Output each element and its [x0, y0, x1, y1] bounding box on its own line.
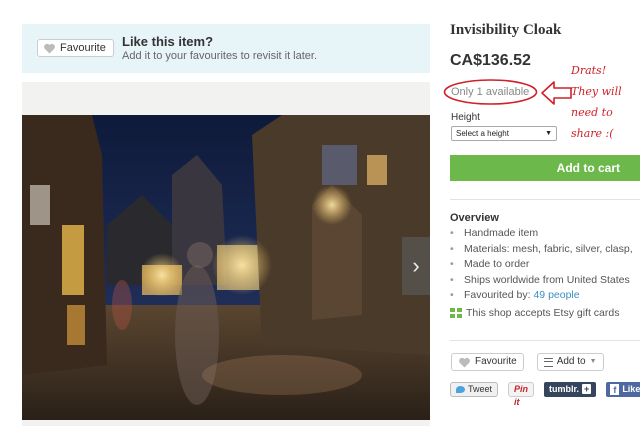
divider [450, 199, 640, 200]
annotation-note: Drats! They will need to share :( [571, 60, 622, 144]
list-item: • Handmade item [450, 227, 539, 239]
caret-down-icon: ▼ [545, 130, 552, 137]
favourite-button-label: Favourite [60, 42, 106, 54]
banner-title: Like this item? [122, 34, 214, 49]
list-item: • Favourited by: 49 people [450, 289, 580, 301]
favourite-button[interactable]: Favourite [37, 39, 114, 57]
plus-icon: + [582, 384, 592, 394]
favourite-item-label: Favourite [475, 356, 517, 367]
twitter-bird-icon [456, 386, 465, 393]
annotation-line: need to [571, 106, 613, 119]
list-item: • Materials: mesh, fabric, silver, clasp, [450, 242, 633, 255]
height-select-value: Select a height [456, 129, 509, 138]
heart-icon [459, 357, 470, 367]
chevron-right-icon: › [412, 253, 420, 278]
tweet-button[interactable]: Tweet [450, 382, 499, 397]
gift-card-notice: This shop accepts Etsy gift cards [450, 307, 619, 319]
annotation-arrow [541, 81, 572, 105]
action-buttons: Favourite Add to ▼ [451, 353, 604, 371]
favourited-by-link[interactable]: 49 people [533, 289, 579, 301]
annotation-line: Drats! [571, 64, 607, 77]
facebook-icon: f [610, 384, 620, 395]
add-to-label: Add to [556, 356, 586, 367]
like-label: Like [622, 384, 640, 394]
listing-image-frame: › [22, 82, 430, 426]
next-image-button[interactable]: › [402, 237, 430, 295]
heart-icon [44, 43, 55, 53]
caret-down-icon: ▼ [589, 358, 597, 365]
facebook-like-button[interactable]: f Like [606, 382, 640, 397]
favourite-item-button[interactable]: Favourite [451, 353, 524, 371]
social-buttons: Tweet Pin it tumblr. + f Like [450, 382, 640, 407]
annotation-line: share :( [571, 127, 614, 140]
listing-price: CA$136.52 [450, 52, 531, 69]
list-icon [543, 357, 553, 367]
list-item: • Ships worldwide from United States [450, 273, 630, 286]
annotation-line: They will [571, 85, 622, 98]
overview-list: • Handmade item • Materials: mesh, fabric,… [450, 227, 633, 305]
gift-card-text: This shop accepts Etsy gift cards [466, 307, 620, 319]
tweet-label: Tweet [468, 384, 493, 394]
listing-title: Invisibility Cloak [450, 22, 562, 38]
divider [450, 340, 640, 341]
banner-subtitle: Add it to your favourites to revisit it … [122, 50, 318, 62]
tumblr-button[interactable]: tumblr. + [544, 382, 597, 397]
tumblr-label: tumblr. [549, 384, 580, 394]
gift-card-icon [450, 308, 462, 318]
overview-heading: Overview [450, 212, 499, 224]
availability-text: Only 1 available [451, 86, 530, 98]
listing-photo[interactable] [22, 115, 430, 420]
add-to-button[interactable]: Add to ▼ [536, 353, 604, 371]
pin-it-button[interactable]: Pin it [508, 382, 535, 407]
favourite-banner: Favourite Like this item? Add it to your… [22, 24, 430, 73]
list-item: • Made to order [450, 258, 530, 270]
height-select[interactable]: Select a height ▼ [451, 126, 557, 141]
add-to-cart-button[interactable]: Add to cart [450, 155, 640, 181]
height-label: Height [451, 112, 480, 123]
